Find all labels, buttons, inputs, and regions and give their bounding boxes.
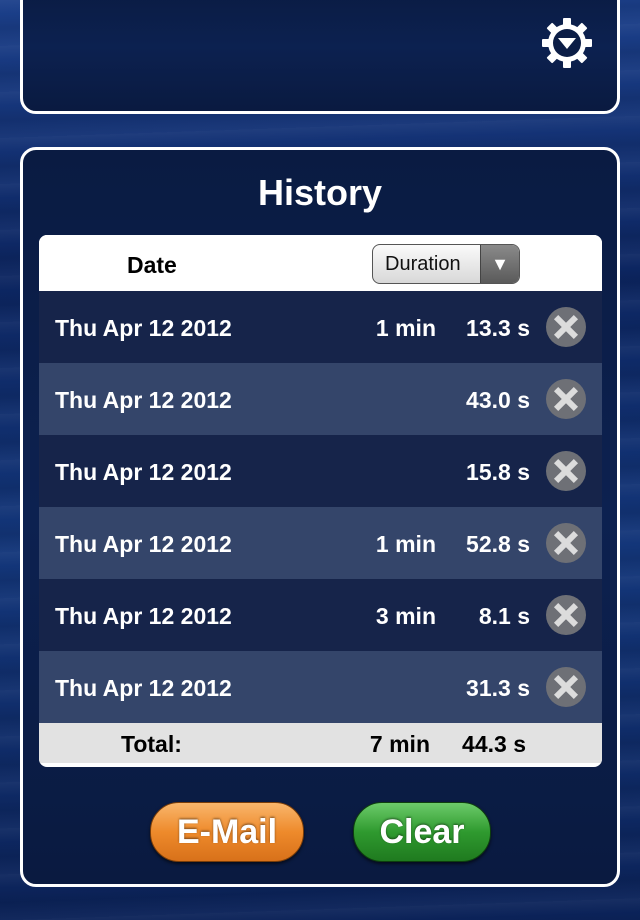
total-row: Total: 7 min 44.3 s — [39, 723, 602, 763]
duration-sort-select[interactable]: Duration ▼ — [372, 244, 520, 284]
history-panel: History Date Duration ▼ Thu Apr 12 2012 1… — [20, 147, 620, 887]
email-button[interactable]: E-Mail — [150, 802, 304, 862]
history-title: History — [257, 172, 383, 213]
delete-icon[interactable] — [546, 451, 586, 491]
table-row[interactable]: Thu Apr 12 2012 31.3 s — [39, 651, 602, 723]
table-row[interactable]: Thu Apr 12 2012 3 min 8.1 s — [39, 579, 602, 651]
total-minutes: 7 min — [369, 731, 430, 757]
row-seconds: 15.8 s — [466, 459, 530, 485]
row-seconds: 31.3 s — [466, 675, 530, 701]
row-date: Thu Apr 12 2012 — [55, 603, 232, 629]
delete-icon[interactable] — [546, 379, 586, 419]
table-row[interactable]: Thu Apr 12 2012 15.8 s — [39, 435, 602, 507]
total-seconds: 44.3 s — [462, 731, 526, 757]
table-row[interactable]: Thu Apr 12 2012 1 min 13.3 s — [39, 291, 602, 363]
table-header: Date Duration ▼ — [39, 235, 602, 291]
row-minutes: 1 min — [375, 531, 436, 557]
sort-select-value: Duration — [385, 253, 461, 275]
settings-gear-icon[interactable] — [541, 17, 593, 69]
history-table: Date Duration ▼ Thu Apr 12 2012 1 min 13.3… — [39, 235, 602, 767]
delete-icon[interactable] — [546, 595, 586, 635]
top-panel — [20, 0, 620, 114]
row-date: Thu Apr 12 2012 — [55, 675, 232, 701]
row-date: Thu Apr 12 2012 — [55, 531, 232, 557]
row-seconds: 13.3 s — [466, 315, 530, 341]
delete-icon[interactable] — [546, 523, 586, 563]
row-minutes: 1 min — [375, 315, 436, 341]
row-minutes: 3 min — [375, 603, 436, 629]
row-seconds: 52.8 s — [466, 531, 530, 557]
row-seconds: 8.1 s — [478, 603, 530, 629]
total-label: Total: — [121, 731, 182, 757]
delete-icon[interactable] — [546, 667, 586, 707]
table-row[interactable]: Thu Apr 12 2012 43.0 s — [39, 363, 602, 435]
table-row[interactable]: Thu Apr 12 2012 1 min 52.8 s — [39, 507, 602, 579]
row-date: Thu Apr 12 2012 — [55, 315, 232, 341]
date-column-header: Date — [127, 252, 177, 278]
chevron-down-icon: ▼ — [480, 245, 519, 283]
delete-icon[interactable] — [546, 307, 586, 347]
row-date: Thu Apr 12 2012 — [55, 387, 232, 413]
row-seconds: 43.0 s — [466, 387, 530, 413]
clear-button[interactable]: Clear — [353, 802, 491, 862]
row-date: Thu Apr 12 2012 — [55, 459, 232, 485]
